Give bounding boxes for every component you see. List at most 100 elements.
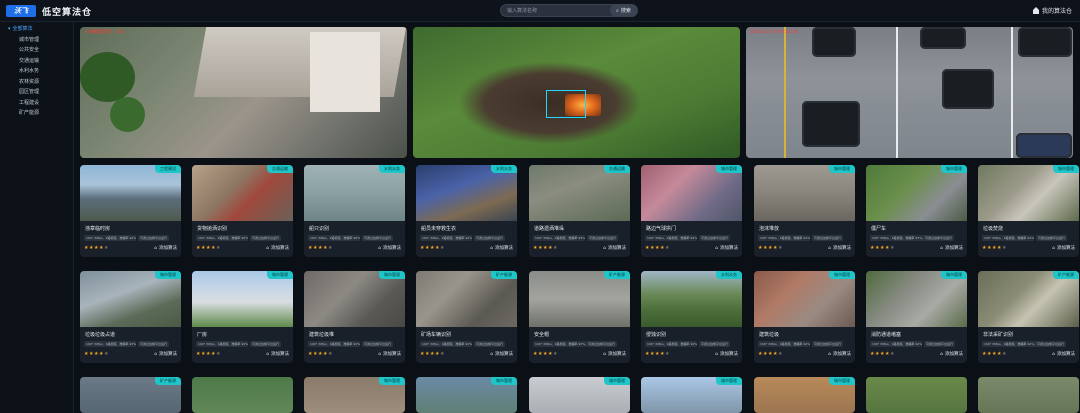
sidebar-item[interactable]: 矿产能源: [0, 108, 73, 119]
add-algorithm-button[interactable]: 添加算法: [490, 351, 513, 357]
rating-stars: ★★★★★: [758, 351, 783, 357]
add-algorithm-button[interactable]: 添加算法: [1052, 245, 1075, 251]
algorithm-card[interactable]: [866, 377, 967, 413]
algorithm-card[interactable]: [192, 377, 293, 413]
hero-banner-crowd[interactable]: 人员聚集识别 · 145: [80, 27, 407, 158]
deploy-chip: 可通过边缘平台运行: [474, 341, 506, 347]
rating-stars: ★★★★★: [645, 245, 670, 251]
star-icon: ★: [103, 245, 109, 251]
add-algorithm-button[interactable]: 添加算法: [266, 245, 289, 251]
star-icon: ★: [327, 245, 333, 251]
algorithm-card[interactable]: 城市管理 厂房 100° 30fps、1路视频、准确率 94% 可通过边缘平台运行 ★★…: [192, 271, 293, 363]
sidebar-item[interactable]: 工程建设: [0, 98, 73, 109]
spec-chip: 100° 30fps、1路视频、准确率 93%，可通过边缘平台运行: [533, 341, 618, 347]
star-icon: ★: [664, 351, 670, 357]
algorithm-card[interactable]: 城市管理 僵尸车 100° 30fps、1路视频、准确率 93%，可通过边缘平台运行…: [866, 165, 967, 257]
algorithm-card[interactable]: 矿产能源 矿场车辆识别 100° 30fps、1路视频、准确率 92% 可通过边缘平台…: [416, 271, 517, 363]
algorithm-card[interactable]: 城市管理: [304, 377, 405, 413]
search-input[interactable]: [507, 5, 611, 16]
card-thumbnail: [978, 271, 1079, 327]
my-algorithm-link[interactable]: 我的算法仓: [1032, 6, 1072, 15]
card-thumbnail: [866, 165, 967, 221]
algorithm-card[interactable]: 交通运输 货物抛洒识别 100° 30fps、1路视频、准确率 90% 可通过边缘平台…: [192, 165, 293, 257]
algorithm-card[interactable]: 水利水务 侵蚀识别 100° 30fps、1路视频、准确率 94% 可通过边缘平台运行…: [641, 271, 742, 363]
card-thumbnail: [754, 271, 855, 327]
add-algorithm-button[interactable]: 添加算法: [940, 351, 963, 357]
algorithm-card[interactable]: 交通运输 道路遗洒堆垛 100° 30fps、1路视频、准确率 93% 可通过边缘平台…: [529, 165, 630, 257]
algorithm-card[interactable]: 城市管理 路边气球拱门 100° 30fps、1路视频、准确率 94% 可通过边缘平台…: [641, 165, 742, 257]
card-thumbnail: [978, 165, 1079, 221]
add-algorithm-button[interactable]: 添加算法: [378, 245, 401, 251]
add-algorithm-button[interactable]: 添加算法: [266, 351, 289, 357]
add-algorithm-button[interactable]: 添加算法: [828, 351, 851, 357]
add-algorithm-button[interactable]: 添加算法: [1052, 351, 1075, 357]
hero-banner-traffic[interactable]: 2024-12-14 09:14:30: [746, 27, 1073, 158]
algorithm-card[interactable]: 城市管理 建筑垃圾 100° 30fps、1路视频、准确率 92% 可通过边缘平台运行…: [754, 271, 855, 363]
add-algorithm-button[interactable]: 添加算法: [490, 245, 513, 251]
algorithm-card[interactable]: [978, 377, 1079, 413]
algorithm-card[interactable]: 城市管理 建筑垃圾堆 100° 30fps、1路视频、准确率 92% 可通过边缘平台运…: [304, 271, 405, 363]
category-badge: 城市管理: [716, 377, 742, 385]
add-algorithm-button[interactable]: 添加算法: [715, 245, 738, 251]
rating-stars: ★★★★★: [308, 245, 333, 251]
algorithm-card[interactable]: 城市管理: [529, 377, 630, 413]
card-title: 货物抛洒识别: [197, 226, 228, 232]
spec-chip: 100° 30fps、1路视频、准确率 96%: [308, 235, 360, 241]
rating-stars: ★★★★★: [308, 351, 333, 357]
card-title: 船员未穿救生衣: [421, 226, 457, 232]
hero-overlay-text: 2024-12-14 09:14:30: [750, 30, 798, 35]
hero-overlay-text: 人员聚集识别 · 145: [84, 30, 124, 35]
category-badge: 城市管理: [829, 377, 855, 385]
rating-stars: ★★★★★: [870, 245, 895, 251]
star-icon: ★: [1001, 351, 1007, 357]
my-algorithm-label: 我的算法仓: [1041, 8, 1072, 15]
star-icon: ★: [439, 245, 445, 251]
sidebar-item[interactable]: 全部算法: [0, 24, 73, 35]
add-algorithm-button[interactable]: 添加算法: [940, 245, 963, 251]
add-algorithm-button[interactable]: 添加算法: [378, 351, 401, 357]
category-badge: 城市管理: [491, 377, 517, 385]
algorithm-card[interactable]: 城市管理: [754, 377, 855, 413]
sidebar: 全部算法城市管理公共安全交通运输水利水务农林资源园区管理工程建设矿产能源: [0, 22, 74, 413]
algorithm-card[interactable]: 矿产能源: [80, 377, 181, 413]
search-button[interactable]: ⌕ 搜索: [610, 4, 637, 17]
detection-box: [546, 90, 586, 118]
deploy-chip: 可通过边缘平台运行: [812, 341, 844, 347]
algorithm-card[interactable]: 城市管理: [416, 377, 517, 413]
sidebar-item[interactable]: 水利水务: [0, 66, 73, 77]
category-badge: 城市管理: [1053, 165, 1079, 173]
algorithm-card[interactable]: 城市管理 消防通道堵塞 100° 30fps、1路视频、准确率 92% 可通过边缘平台…: [866, 271, 967, 363]
category-badge: 城市管理: [267, 271, 293, 279]
algorithm-card[interactable]: 矿产能源 非法采矿识别 100° 30fps、1路视频、准确率 92%，可通过边缘平…: [978, 271, 1079, 363]
sidebar-item[interactable]: 城市管理: [0, 35, 73, 46]
algorithm-card[interactable]: 城市管理 泡沫堆放 100° 30fps、1路视频、准确率 92% 可通过边缘平台运行…: [754, 165, 855, 257]
category-badge: 城市管理: [155, 271, 181, 279]
algorithm-card[interactable]: 工程建设 违章临时房 100° 30fps、1路视频、准确率 92% 可通过边缘平台运…: [80, 165, 181, 257]
algorithm-card[interactable]: 矿产能源 安全帽 100° 30fps、1路视频、准确率 93%，可通过边缘平台运行…: [529, 271, 630, 363]
card-thumbnail: [192, 165, 293, 221]
add-algorithm-button[interactable]: 添加算法: [154, 351, 177, 357]
category-badge: 城市管理: [716, 165, 742, 173]
sidebar-item[interactable]: 园区管理: [0, 87, 73, 98]
algorithm-card[interactable]: 水利水务 船只识别 100° 30fps、1路视频、准确率 96% 可通过边缘平台运行…: [304, 165, 405, 257]
add-algorithm-button[interactable]: 添加算法: [828, 245, 851, 251]
algorithm-card[interactable]: 水利水务 船员未穿救生衣 100° 30fps、1路视频、准确率 92% 可通过边缘平…: [416, 165, 517, 257]
sidebar-item[interactable]: 公共安全: [0, 45, 73, 56]
add-algorithm-button[interactable]: 添加算法: [154, 245, 177, 251]
algorithm-card[interactable]: 城市管理 垃圾垃圾占道 100° 30fps、1路视频、准确率 93% 可通过边缘平台…: [80, 271, 181, 363]
tree-canopy: [80, 52, 135, 102]
vehicle: [1018, 27, 1072, 57]
app-logo[interactable]: 沃飞 低空算法仓: [6, 4, 92, 18]
algorithm-card[interactable]: 城市管理 垃圾焚烧 100° 30fps、1路视频、准确率 92% 可通过边缘平台运行…: [978, 165, 1079, 257]
sidebar-item[interactable]: 交通运输: [0, 56, 73, 67]
add-algorithm-button[interactable]: 添加算法: [603, 245, 626, 251]
hero-banner-fire[interactable]: [413, 27, 740, 158]
sidebar-item[interactable]: 农林资源: [0, 77, 73, 88]
card-title: 道路遗洒堆垛: [534, 226, 565, 232]
algorithm-card[interactable]: 城市管理: [641, 377, 742, 413]
add-algorithm-button[interactable]: 添加算法: [715, 351, 738, 357]
add-algorithm-button[interactable]: 添加算法: [603, 351, 626, 357]
star-icon: ★: [777, 351, 783, 357]
star-icon: ★: [439, 351, 445, 357]
spec-chip: 100° 30fps、1路视频、准确率 93%: [84, 341, 136, 347]
